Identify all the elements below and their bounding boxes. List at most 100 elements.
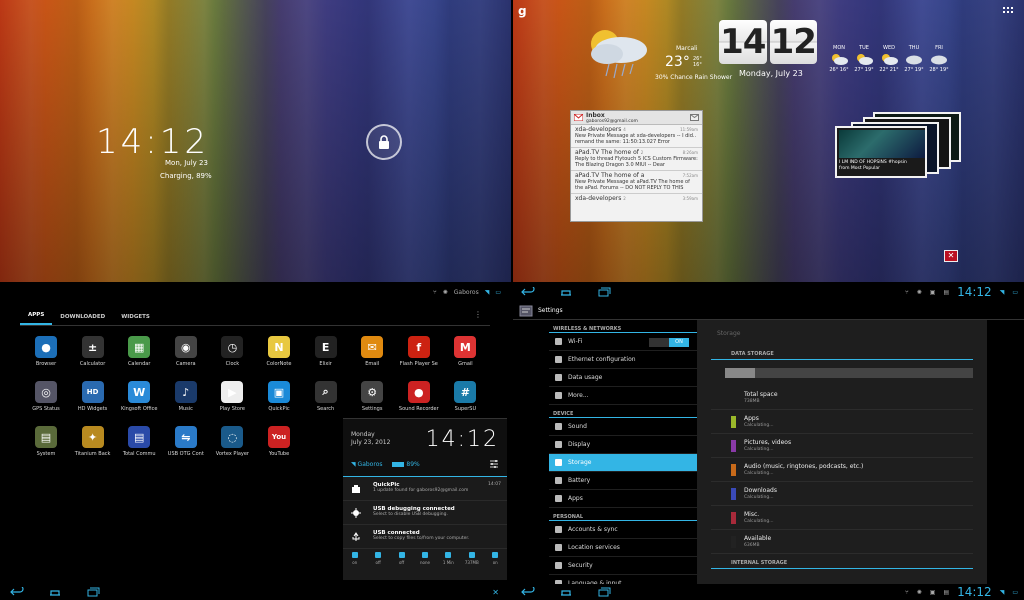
app-label: HD Widgets: [77, 406, 108, 412]
home-icon[interactable]: [559, 287, 573, 297]
settings-item-data-usage[interactable]: Data usage: [549, 369, 697, 387]
back-icon[interactable]: [521, 287, 535, 297]
recent-apps-icon[interactable]: [597, 287, 611, 297]
app-icon-usb-otg-cont[interactable]: ⇋ USB OTG Cont: [163, 426, 209, 457]
charging-status: Charging, 89%: [160, 172, 212, 180]
toggle[interactable]: on: [488, 552, 502, 565]
close-icon[interactable]: ✕: [944, 250, 958, 262]
settings-item-display[interactable]: Display: [549, 436, 697, 454]
app-glyph-icon: ▤: [128, 426, 151, 448]
app-icon-titanium-back[interactable]: ✦ Titanium Back: [70, 426, 116, 457]
app-drawer-icon[interactable]: [1002, 6, 1016, 16]
app-icon-search[interactable]: ⌕ Search: [303, 381, 349, 412]
home-icon[interactable]: [559, 587, 573, 597]
app-icon-supersu[interactable]: # SuperSU: [442, 381, 488, 412]
home-icon[interactable]: [48, 587, 62, 597]
settings-item-apps[interactable]: Apps: [549, 490, 697, 508]
settings-item-wi-fi[interactable]: Wi-Fi ON: [549, 333, 697, 351]
app-icon-vortex-player[interactable]: ◌ Vortex Player: [209, 426, 255, 457]
unlock-handle[interactable]: [366, 124, 402, 160]
status-user: Gaboros: [453, 288, 479, 296]
video-card-main[interactable]: I LM IND OF HOPSINS #hopsin from Most Pop…: [835, 126, 927, 178]
flip-clock-widget[interactable]: 14 12: [719, 20, 817, 64]
app-glyph-icon: HD: [81, 381, 104, 403]
app-icon-quickpic[interactable]: ▣ QuickPic: [256, 381, 302, 412]
toggle[interactable]: 737MB: [465, 552, 479, 565]
app-icon-sound-recorder[interactable]: ● Sound Recorder: [396, 381, 442, 412]
email-item[interactable]: xda-developers 2 3:59am: [571, 194, 702, 204]
settings-item-sound[interactable]: Sound: [549, 418, 697, 436]
app-icon-total-commu[interactable]: ▤ Total Commu: [116, 426, 162, 457]
app-icon-browser[interactable]: ● Browser: [23, 336, 69, 367]
app-icon-clock[interactable]: ◷ Clock: [209, 336, 255, 367]
back-icon[interactable]: [10, 587, 24, 597]
google-search-icon[interactable]: g: [518, 4, 527, 18]
toggle[interactable]: off: [395, 552, 409, 565]
app-icon-system[interactable]: ▤ System: [23, 426, 69, 457]
toggle[interactable]: none: [418, 552, 432, 565]
tab-widgets[interactable]: WIDGETS: [113, 314, 158, 325]
settings-item-battery[interactable]: Battery: [549, 472, 697, 490]
quick-settings-icon[interactable]: [489, 459, 499, 469]
app-label: Kingsoft Office: [120, 406, 158, 412]
cloudy-icon: [931, 55, 947, 65]
settings-item-ethernet-configuration[interactable]: Ethernet configuration: [549, 351, 697, 369]
notification-item[interactable]: USB connected Select to copy files to/fro…: [343, 525, 507, 549]
storage-item[interactable]: Misc. Calculating...: [711, 506, 973, 530]
tab-apps[interactable]: APPS: [20, 312, 53, 325]
settings-item-label: Sound: [568, 423, 587, 430]
storage-item[interactable]: Downloads Calculating...: [711, 482, 973, 506]
overflow-menu-icon[interactable]: ⋮: [474, 310, 482, 320]
recent-apps-icon[interactable]: [86, 587, 100, 597]
storage-item[interactable]: Apps Calculating...: [711, 410, 973, 434]
app-icon-email[interactable]: ✉ Email: [349, 336, 395, 367]
settings-item-storage[interactable]: Storage: [549, 454, 697, 472]
storage-item[interactable]: Total space 738MB: [711, 386, 973, 410]
notification-item[interactable]: USB debugging connected Select to disable…: [343, 501, 507, 525]
app-icon-music[interactable]: ♪ Music: [163, 381, 209, 412]
storage-item[interactable]: Audio (music, ringtones, podcasts, etc.)…: [711, 458, 973, 482]
app-icon-calculator[interactable]: ± Calculator: [70, 336, 116, 367]
app-icon-settings[interactable]: ⚙ Settings: [349, 381, 395, 412]
storage-item[interactable]: Pictures, videos Calculating...: [711, 434, 973, 458]
app-icon-play-store[interactable]: ▶ Play Store: [209, 381, 255, 412]
app-icon-colornote[interactable]: N ColorNote: [256, 336, 302, 367]
wifi-toggle[interactable]: ON: [649, 338, 689, 347]
app-icon-elixir[interactable]: E Elixir: [303, 336, 349, 367]
settings-item-icon: [555, 392, 562, 399]
toggle[interactable]: on: [348, 552, 362, 565]
compose-icon[interactable]: [690, 114, 699, 121]
app-icon-gmail[interactable]: M Gmail: [442, 336, 488, 367]
settings-item-security[interactable]: Security: [549, 557, 697, 575]
settings-item-location-services[interactable]: Location services: [549, 539, 697, 557]
app-label: Clock: [225, 361, 240, 367]
storage-item[interactable]: Available 636MB: [711, 530, 973, 554]
notification-item[interactable]: QuickPic 1 update found for gaboros92@gma…: [343, 477, 507, 501]
app-icon-hd-widgets[interactable]: HD HD Widgets: [70, 381, 116, 412]
youtube-widget[interactable]: I LM IND OF HOPSINS #hopsin from Most Pop…: [835, 112, 963, 178]
app-icon-gps-status[interactable]: ◎ GPS Status: [23, 381, 69, 412]
settings-item-accounts-sync[interactable]: Accounts & sync: [549, 521, 697, 539]
app-icon-kingsoft-office[interactable]: W Kingsoft Office: [116, 381, 162, 412]
settings-item-more-[interactable]: More...: [549, 387, 697, 405]
settings-icon[interactable]: [519, 305, 533, 317]
sd-card-icon: ▤: [943, 588, 950, 596]
weather-rain-icon[interactable]: [577, 22, 659, 82]
toggle[interactable]: 1 Min: [441, 552, 455, 565]
email-item[interactable]: aPad.TV The home of a 7:52am New Private M…: [571, 171, 702, 194]
gmail-header[interactable]: Inbox gaboros92@gmail.com: [571, 111, 702, 125]
tab-downloaded[interactable]: DOWNLOADED: [52, 314, 113, 325]
email-item[interactable]: aPad.TV The home of 2 8:26am Reply to thre…: [571, 148, 702, 171]
toggle[interactable]: off: [371, 552, 385, 565]
settings-item-icon: [555, 459, 562, 466]
status-clock: 14:12: [957, 585, 992, 599]
app-icon-camera[interactable]: ◉ Camera: [163, 336, 209, 367]
app-icon-calendar[interactable]: ▦ Calendar: [116, 336, 162, 367]
gmail-widget[interactable]: Inbox gaboros92@gmail.com xda-developers …: [570, 110, 703, 222]
app-icon-flash-player-se[interactable]: f Flash Player Se: [396, 336, 442, 367]
close-notifications-icon[interactable]: ✕: [492, 588, 499, 597]
email-item[interactable]: xda-developers 4 11:59am New Private Messa…: [571, 125, 702, 148]
app-icon-youtube[interactable]: You YouTube: [256, 426, 302, 457]
recent-apps-icon[interactable]: [597, 587, 611, 597]
back-icon[interactable]: [521, 587, 535, 597]
